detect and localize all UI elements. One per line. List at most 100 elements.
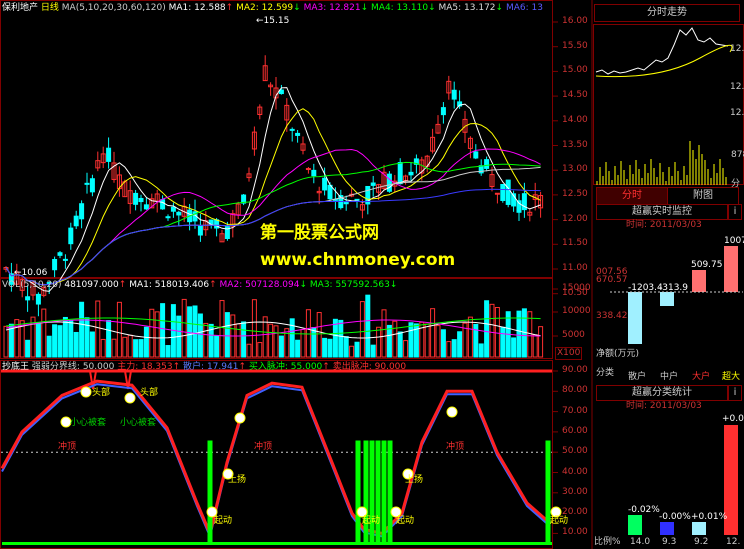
- volume-bar: [538, 326, 544, 358]
- volume-bar: [494, 307, 500, 358]
- candle-body: [68, 227, 74, 245]
- candle-body: [79, 203, 85, 220]
- volume-bar: [224, 312, 230, 358]
- period-label[interactable]: 日线: [41, 3, 59, 13]
- volume-bar: [35, 322, 41, 358]
- indicator-y-tick: 30.00: [562, 486, 588, 497]
- volume-bar: [57, 325, 63, 358]
- volume-bar: [278, 335, 284, 358]
- volume-bar: [289, 318, 295, 358]
- monitor-title[interactable]: 超赢实时监控: [596, 204, 728, 220]
- ma2-arrow: ↓: [293, 3, 301, 13]
- candle-body: [52, 259, 58, 271]
- volume-bar: [84, 317, 90, 358]
- stats-footer-retail: 14.0: [630, 537, 651, 547]
- indicator-y-tick: 80.00: [562, 385, 588, 396]
- volume-bar: [251, 299, 257, 358]
- stats-value-4: +0.02%: [722, 414, 744, 424]
- volume-bar: [149, 308, 155, 358]
- volume-bar: [268, 323, 274, 358]
- price-y-tick: 16.00: [562, 16, 588, 26]
- monitor-info-icon[interactable]: i: [728, 204, 742, 220]
- candle-body: [73, 215, 79, 227]
- volume-bar: [478, 343, 484, 358]
- intraday-title: 分时走势: [647, 7, 687, 18]
- annotation-top-1: 头部: [92, 388, 111, 398]
- tab-intraday[interactable]: 分时: [596, 187, 668, 205]
- volume-bar: [354, 341, 360, 358]
- sell-pulse-label: 卖出脉冲:: [332, 362, 372, 372]
- candle-body: [197, 225, 203, 236]
- tab-subchart[interactable]: 附图: [667, 187, 739, 205]
- volume-bar: [257, 342, 263, 358]
- vol-ma2-arrow: ↓: [299, 280, 308, 290]
- category-super: 超大: [722, 372, 741, 382]
- volume-bar: [246, 343, 252, 358]
- indicator-subname: 强弱分界线:: [31, 362, 80, 372]
- stats-info-icon[interactable]: i: [728, 385, 742, 401]
- volume-bar: [359, 301, 365, 358]
- retail-value: 17.941: [206, 362, 239, 372]
- volume-bar: [116, 301, 122, 358]
- buy-pulse-line: [2, 440, 552, 546]
- annotation-caution-1: 小心被套: [70, 418, 107, 428]
- price-y-tick: 13.00: [562, 164, 588, 175]
- price-y-tick: 12.50: [562, 188, 588, 199]
- candle-body: [354, 198, 360, 201]
- boundary-value: 50.000: [82, 362, 115, 372]
- candle-body: [89, 178, 95, 193]
- candle-body: [57, 252, 63, 256]
- volume-bar: [143, 326, 149, 358]
- candle-body: [505, 179, 511, 205]
- smiley-icon: [234, 412, 246, 424]
- candle-body: [160, 199, 166, 210]
- volume-bar: [467, 316, 473, 358]
- indicator-panel-header: 抄底王 强弱分界线: 50.000 主力: 18.353↑ 散户: 17.941…: [2, 361, 406, 373]
- intraday-title-bar[interactable]: 分时走势: [594, 4, 740, 22]
- indicator-name[interactable]: 抄底王: [2, 362, 29, 372]
- category-large: 大户: [692, 372, 711, 382]
- smiley-icon: [124, 392, 136, 404]
- volume-bar: [446, 341, 452, 358]
- annotation-start-3: 起动: [396, 516, 415, 526]
- volume-bar: [122, 336, 128, 358]
- candle-body: [25, 296, 31, 301]
- stats-value-3: +0.01%: [691, 512, 728, 522]
- annotation-start-1: 起动: [214, 516, 233, 526]
- retail-line: [1, 383, 551, 540]
- stock-chart-canvas[interactable]: [0, 0, 744, 549]
- volume-bar: [376, 326, 382, 358]
- main-force-label: 主力:: [117, 362, 139, 372]
- stats-time: 时间: 2011/03/03: [626, 401, 702, 411]
- volume-bar: [311, 327, 317, 358]
- volume-bar: [181, 298, 187, 358]
- volume-bar: [397, 331, 403, 358]
- volume-bar: [262, 316, 268, 358]
- volume-unit: X100: [555, 347, 583, 360]
- vol-params: VOL(5,10,20): [2, 280, 62, 290]
- volume-bar: [25, 339, 31, 358]
- vol-ma3-arrow: ↓: [389, 280, 398, 290]
- volume-bar: [52, 324, 58, 358]
- main-force-value: 18.353: [141, 362, 173, 372]
- annotation-rise-1: 上扬: [228, 475, 247, 485]
- annotation-rise-2: 上扬: [405, 475, 424, 485]
- volume-bar: [62, 316, 68, 358]
- volume-bar: [327, 338, 333, 358]
- annotation-start-4: 起动: [550, 516, 569, 526]
- ma4-label: MA4: 13.110: [371, 3, 429, 13]
- indicator-y-tick: 40.00: [562, 466, 588, 477]
- candle-body: [289, 128, 295, 131]
- stats-title[interactable]: 超赢分类统计: [596, 385, 728, 401]
- candle-body: [35, 293, 41, 305]
- volume-bar: [484, 300, 490, 358]
- volume-bar: [197, 313, 203, 358]
- volume-bar: [305, 309, 311, 358]
- stock-name[interactable]: 保利地产: [2, 3, 38, 13]
- stats-footer-mid: 9.3: [662, 537, 677, 547]
- volume-bar: [403, 340, 409, 358]
- volume-bar: [111, 338, 117, 358]
- candle-body: [62, 258, 68, 261]
- ma1-arrow: ↑: [225, 3, 234, 13]
- candle-body: [138, 197, 144, 203]
